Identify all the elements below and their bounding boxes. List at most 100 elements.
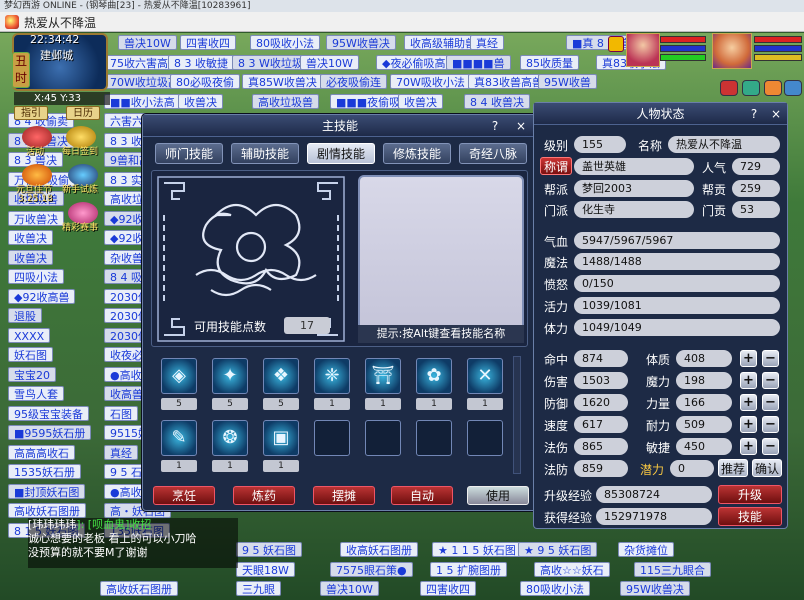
con-minus-button[interactable]: − xyxy=(762,350,779,367)
skill-grid-scrollbar[interactable] xyxy=(513,356,521,474)
stall-button[interactable]: 摆摊 xyxy=(313,486,375,505)
confirm-button[interactable]: 确认 xyxy=(752,459,782,477)
skills-button[interactable]: 技能 xyxy=(718,507,782,526)
agi-minus-button[interactable]: − xyxy=(762,438,779,455)
stall-sign[interactable]: 三九眼 xyxy=(236,581,281,596)
stall-sign[interactable]: 高收妖石图册 xyxy=(8,503,86,518)
stall-sign[interactable]: 95W收兽决 xyxy=(620,581,690,596)
stall-sign[interactable]: 真经 xyxy=(104,444,138,460)
skill-slot[interactable]: ✕ xyxy=(467,358,503,394)
stall-sign[interactable]: ◆夜必偷吸高 xyxy=(376,54,452,70)
stall-sign[interactable]: ◆92收高兽 xyxy=(8,288,76,304)
calendar-button[interactable]: 日历 xyxy=(66,106,100,120)
help-icon[interactable]: ? xyxy=(487,118,503,134)
stall-sign[interactable]: 80必吸夜偷 xyxy=(170,74,240,89)
recommend-button[interactable]: 推荐 xyxy=(718,459,748,477)
stall-sign[interactable]: 四害收四 xyxy=(420,581,476,596)
stall-sign[interactable]: 7575眼石策● xyxy=(330,561,413,577)
stall-sign[interactable]: 四吸小法 xyxy=(8,269,64,284)
levelup-button[interactable]: 升级 xyxy=(718,485,782,504)
close-icon[interactable]: × xyxy=(513,118,529,134)
skill-slot[interactable]: ⛩ xyxy=(365,358,401,394)
stall-sign[interactable]: 85收质量 xyxy=(520,54,579,70)
empty-skill-slot[interactable] xyxy=(467,420,503,456)
stall-sign[interactable]: 高收垃圾兽 xyxy=(252,93,319,109)
character-window-header[interactable]: 人物状态 ? × xyxy=(534,103,787,125)
help-icon[interactable]: ? xyxy=(746,106,762,122)
stall-sign[interactable]: 115三九眼合 xyxy=(634,561,711,577)
stall-sign[interactable]: 石图 xyxy=(104,405,138,421)
stall-sign[interactable]: 妖石图 xyxy=(8,347,53,362)
stall-sign[interactable]: 8 4 收兽决 xyxy=(464,93,530,109)
stall-sign[interactable]: 95W收兽 xyxy=(538,74,597,89)
stall-sign[interactable]: ■9595妖石册 xyxy=(8,425,92,440)
mag-plus-button[interactable]: + xyxy=(740,372,757,389)
con-plus-button[interactable]: + xyxy=(740,350,757,367)
chat-name[interactable]: [玮玮玮玮 xyxy=(28,518,76,531)
stall-sign[interactable]: ★ 1 1 5 妖石图 xyxy=(432,542,522,557)
alchemy-button[interactable]: 炼药 xyxy=(233,486,295,505)
tab-school-skills[interactable]: 师门技能 xyxy=(155,143,223,164)
close-icon[interactable]: × xyxy=(768,106,784,122)
stall-sign[interactable]: 兽决10W xyxy=(300,54,359,70)
agi-plus-button[interactable]: + xyxy=(740,438,757,455)
stall-sign[interactable]: ★ 9 5 妖石图 xyxy=(518,542,598,557)
stall-sign[interactable]: 收兽决 xyxy=(398,93,443,109)
stall-sign[interactable]: 宝宝20 xyxy=(8,366,56,382)
tab-assist-skills[interactable]: 辅助技能 xyxy=(231,143,299,164)
stall-sign[interactable]: ■■收小法高 xyxy=(104,93,181,109)
tab-cultivation-skills[interactable]: 修炼技能 xyxy=(383,143,451,164)
empty-skill-slot[interactable] xyxy=(416,420,452,456)
cook-button[interactable]: 烹饪 xyxy=(153,486,215,505)
tab-meridian[interactable]: 奇经八脉 xyxy=(459,143,527,164)
skill-window-header[interactable]: 主技能 ? × xyxy=(143,115,537,137)
skill-slot[interactable]: ◈ xyxy=(161,358,197,394)
tab-story-skills[interactable]: 剧情技能 xyxy=(307,143,375,164)
chat-panel[interactable]: [玮玮玮玮]: [呗血鬼]收招 诚心想要的老板 看上的可以小刀哈 没预算的就不要… xyxy=(28,518,238,568)
stall-sign[interactable]: ■■■■兽 xyxy=(446,54,511,70)
stall-sign[interactable]: XXXX xyxy=(8,327,51,343)
str-minus-button[interactable]: − xyxy=(762,394,779,411)
stall-sign[interactable]: 高收☆☆妖石 xyxy=(534,561,610,577)
stall-sign[interactable]: 真85W收兽决 xyxy=(242,74,323,89)
team-icon[interactable] xyxy=(742,80,760,96)
stall-sign[interactable]: 8 3 收敏捷 xyxy=(168,54,234,70)
stall-sign[interactable]: 四害收四 xyxy=(180,35,236,50)
stall-sign[interactable]: 天眼18W xyxy=(236,561,295,577)
stall-sign[interactable]: 70W吸收小法 xyxy=(390,74,471,89)
heart-icon[interactable] xyxy=(720,80,738,96)
stall-sign[interactable]: 1 5 扩腕图册 xyxy=(430,561,507,577)
stall-sign[interactable]: 高高高收石 xyxy=(8,444,75,460)
stall-sign[interactable]: 80吸收小法 xyxy=(520,581,590,596)
stall-sign[interactable]: 退股 xyxy=(8,308,42,323)
stall-sign[interactable]: 高收妖石图册 xyxy=(100,581,178,596)
stall-sign[interactable]: 95W收兽决 xyxy=(326,35,396,50)
stall-sign[interactable]: 收高妖石图册 xyxy=(340,542,418,557)
end-minus-button[interactable]: − xyxy=(762,416,779,433)
empty-skill-slot[interactable] xyxy=(365,420,401,456)
chat-tag[interactable]: ]: [呗血鬼]收招 xyxy=(76,518,151,531)
skill-slot[interactable]: ✿ xyxy=(416,358,452,394)
skill-slot[interactable]: ▣ xyxy=(263,420,299,456)
pet-avatar[interactable] xyxy=(626,33,660,67)
str-plus-button[interactable]: + xyxy=(740,394,757,411)
stall-sign[interactable]: 80吸收小法 xyxy=(250,35,320,50)
skill-slot[interactable]: ❈ xyxy=(314,358,350,394)
stall-sign[interactable]: 8 3 W收垃圾 xyxy=(232,54,309,70)
mail-icon[interactable] xyxy=(784,80,802,96)
mag-minus-button[interactable]: − xyxy=(762,372,779,389)
empty-skill-slot[interactable] xyxy=(314,420,350,456)
stall-sign[interactable]: 收兽决 xyxy=(8,249,53,265)
skill-slot[interactable]: ❂ xyxy=(212,420,248,456)
end-plus-button[interactable]: + xyxy=(740,416,757,433)
player-avatar[interactable] xyxy=(712,33,752,69)
stall-sign[interactable]: 真83收兽高兽 xyxy=(468,74,549,89)
stall-sign[interactable]: 兽决10W xyxy=(320,581,379,596)
auto-button[interactable]: 自动 xyxy=(391,486,453,505)
buff-badge-icon[interactable] xyxy=(608,36,624,52)
stall-sign[interactable]: ■封顶妖石图 xyxy=(8,483,86,499)
stall-sign[interactable]: 杂货摊位 xyxy=(618,542,674,557)
stall-sign[interactable]: 兽决10W xyxy=(118,35,177,50)
use-button[interactable]: 使用 xyxy=(467,486,529,505)
skill-slot[interactable]: ✎ xyxy=(161,420,197,456)
